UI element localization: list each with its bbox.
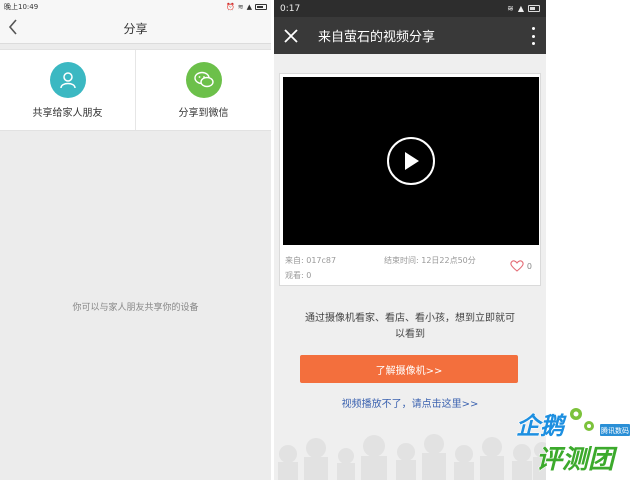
signal-icon: ▲ <box>517 4 524 13</box>
video-end-time: 结束时间: 12日22点50分 <box>384 256 476 265</box>
battery-icon <box>528 5 540 12</box>
page-title: 来自萤石的视频分享 <box>318 30 436 45</box>
back-button[interactable] <box>8 19 22 37</box>
playback-help-link[interactable]: 视频播放不了，请点击这里>> <box>274 395 546 410</box>
heart-icon <box>510 260 524 272</box>
share-family-button[interactable]: 共享给家人朋友 <box>0 50 135 130</box>
video-player[interactable] <box>283 77 539 245</box>
header: 分享 <box>0 14 271 44</box>
status-bar: 0:17 ≋ ▲ <box>274 0 546 17</box>
crowd-illustration <box>278 434 546 480</box>
signal-icon: ▲ <box>246 3 252 11</box>
like-button[interactable]: 0 <box>510 260 532 272</box>
video-source: 来自: 017c87 <box>285 256 337 265</box>
status-bar: 晚上10:49 ⏰ ≋ ▲ <box>0 0 271 14</box>
learn-camera-button[interactable]: 了解摄像机>> <box>300 355 518 383</box>
video-views: 观看: 0 <box>285 271 312 280</box>
share-wechat-button[interactable]: 分享到微信 <box>135 50 271 130</box>
empty-state-text: 你可以与家人朋友共享你的设备 <box>72 303 199 313</box>
svg-text:评测团: 评测团 <box>536 445 618 475</box>
video-card: 来自: 017c87 结束时间: 12日22点50分 观看: 0 0 <box>279 73 541 286</box>
person-icon <box>49 61 86 98</box>
share-options: 共享给家人朋友 分享到微信 <box>0 49 271 131</box>
status-icons: ⏰ ≋ ▲ <box>226 3 267 11</box>
status-time: 晚上10:49 <box>4 3 39 11</box>
svg-text:腾讯数码: 腾讯数码 <box>601 426 629 435</box>
more-vertical-icon[interactable] <box>530 27 536 45</box>
right-screen: 0:17 ≋ ▲ 来自萤石的视频分享 来自: 017c87 结束时间: 12日2… <box>274 0 546 480</box>
status-time: 0:17 <box>280 3 301 14</box>
status-icons: ≋ ▲ <box>507 4 540 13</box>
gear-icon <box>570 408 594 431</box>
svg-text:企鹅: 企鹅 <box>516 412 567 440</box>
page-title: 分享 <box>123 22 148 36</box>
wifi-icon: ≋ <box>507 4 514 13</box>
alarm-icon: ⏰ <box>226 3 235 11</box>
close-button[interactable] <box>274 17 308 54</box>
brand-watermark: 腾讯数码 企鹅 评测团 <box>516 408 630 476</box>
left-screen: 晚上10:49 ⏰ ≋ ▲ 分享 共享给家人朋友 分享到微信 你可以与家人朋友共… <box>0 0 271 480</box>
close-icon <box>284 28 298 43</box>
like-count: 0 <box>526 261 532 271</box>
wifi-icon: ≋ <box>237 3 244 11</box>
play-icon <box>405 152 419 170</box>
header: 来自萤石的视频分享 <box>274 17 546 54</box>
share-family-label: 共享给家人朋友 <box>32 107 103 119</box>
chevron-left-icon <box>8 19 17 35</box>
play-button[interactable] <box>387 137 435 185</box>
promo-text: 通过摄像机看家、看店、看小孩，想到立即就可以看到 <box>305 313 515 340</box>
share-wechat-label: 分享到微信 <box>178 107 229 119</box>
battery-icon <box>255 4 267 10</box>
wechat-icon <box>185 61 222 98</box>
